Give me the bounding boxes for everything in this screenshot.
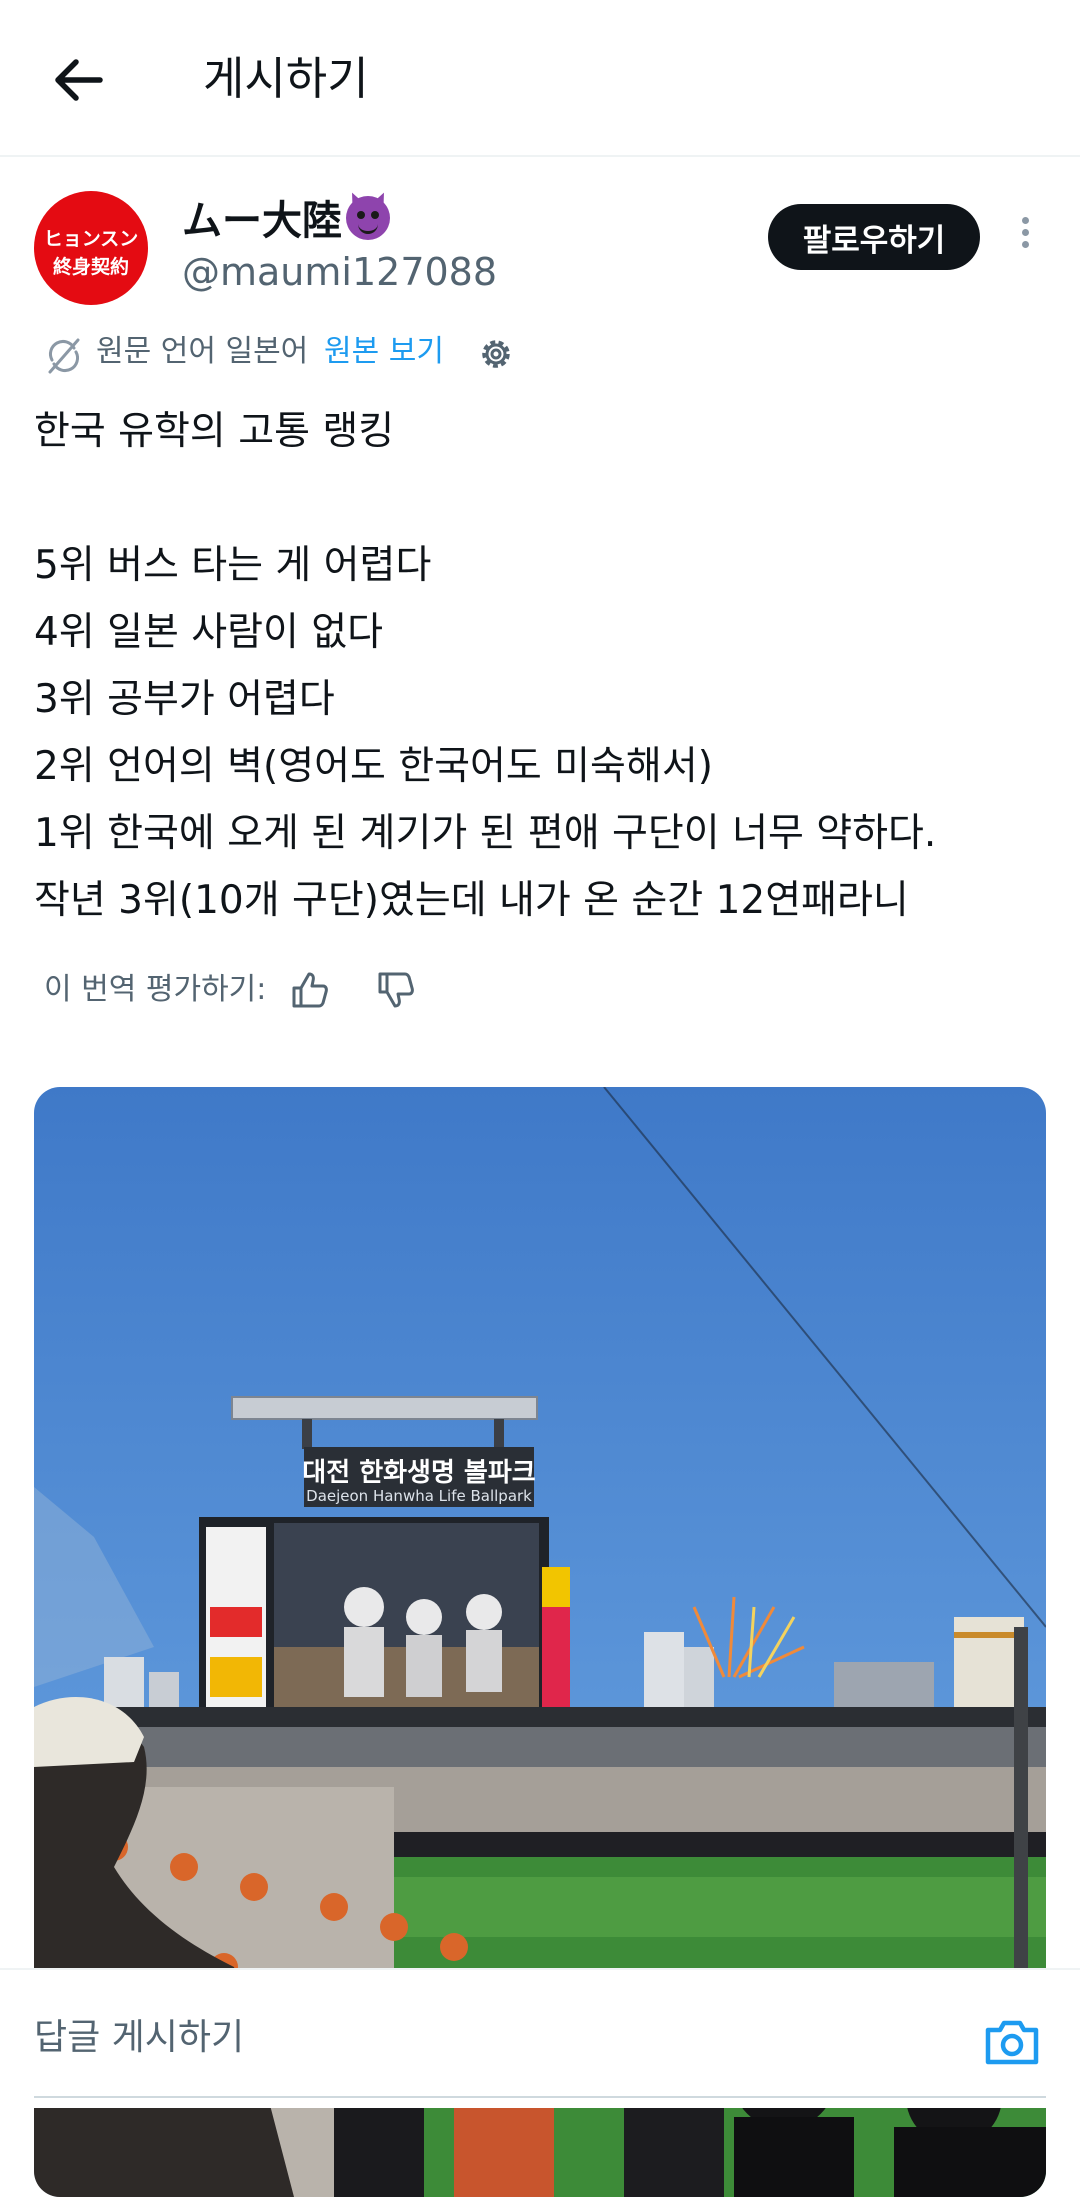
translate-icon xyxy=(44,336,84,376)
divider xyxy=(34,2096,1046,2098)
thumbs-down-icon[interactable] xyxy=(374,968,418,1012)
smiling-devil-emoji-icon xyxy=(346,196,390,240)
top-bar: 게시하기 xyxy=(0,0,1080,157)
thumbs-up-icon[interactable] xyxy=(288,968,332,1012)
follow-button[interactable]: 팔로우하기 xyxy=(768,204,980,270)
rate-translation-label: 이 번역 평가하기: xyxy=(44,972,267,1007)
page-title: 게시하기 xyxy=(203,52,369,105)
scoreboard-subtitle: Daejeon Hanwha Life Ballpark xyxy=(306,1487,532,1505)
avatar-text-top: ヒョンスン xyxy=(43,228,139,250)
author-handle[interactable]: @maumi127088 xyxy=(182,249,497,295)
source-language-label: 원문 언어 일본어 xyxy=(96,334,309,369)
reply-input[interactable]: 답글 게시하기 xyxy=(34,2014,244,2062)
tweet-text: 한국 유학의 고통 랭킹 5위 버스 타는 게 어렵다 4위 일본 사람이 없다… xyxy=(34,409,937,923)
rate-translation: 이 번역 평가하기: xyxy=(44,962,414,1018)
avatar-text-bottom: 終身契約 xyxy=(52,256,129,278)
author-display-name[interactable]: ムー大陸 xyxy=(182,196,390,246)
back-arrow-icon[interactable] xyxy=(48,52,112,108)
camera-icon[interactable] xyxy=(982,2016,1042,2068)
gear-icon[interactable] xyxy=(474,332,518,376)
display-name-text: ムー大陸 xyxy=(182,198,342,244)
avatar[interactable]: ヒョンスン 終身契約 xyxy=(34,191,148,305)
more-options-icon[interactable] xyxy=(1012,212,1038,262)
scoreboard-title: 대전 한화생명 볼파크 xyxy=(302,1458,535,1488)
reply-bar: 답글 게시하기 xyxy=(0,1968,1080,2108)
show-original-link[interactable]: 원본 보기 xyxy=(324,326,444,378)
